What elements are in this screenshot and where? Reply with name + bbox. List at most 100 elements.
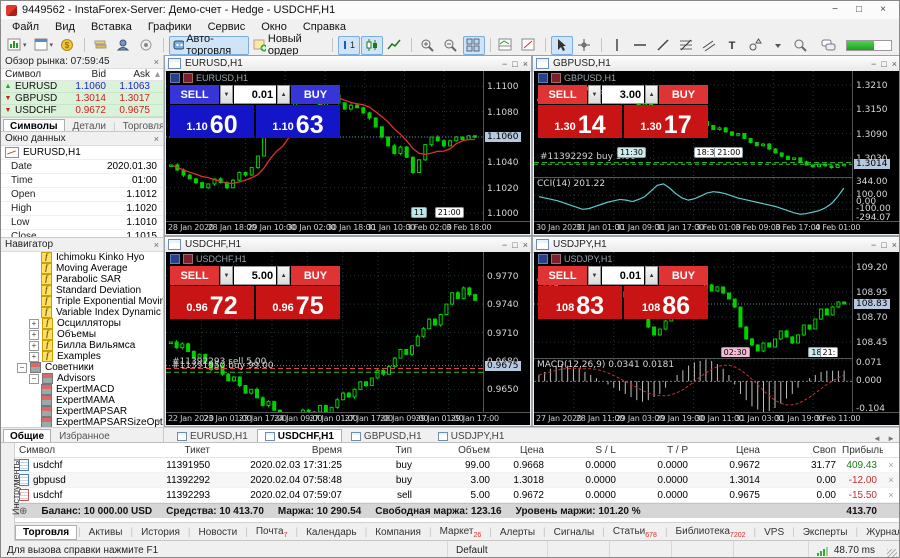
volume-decrease-button[interactable]: ▼ [588, 85, 601, 104]
price-pane[interactable]: 1121:00EURUSD,H1SELL▼0.01▲BUY1.10601.106… [166, 71, 484, 222]
terminal-tab-алерты[interactable]: Алерты [493, 526, 542, 539]
volume-increase-button[interactable]: ▲ [645, 266, 658, 285]
scroll-up-icon[interactable]: ▴ [153, 69, 163, 80]
trade-table-header[interactable]: СимволТикетВремяТипОбъемЦенаS / LT / PЦе… [14, 443, 899, 458]
close-icon[interactable]: × [523, 59, 528, 69]
signals-icon[interactable] [136, 36, 158, 55]
terminal-tab-почта[interactable]: Почта7 [249, 525, 295, 540]
buy-price[interactable]: 1.3017 [624, 105, 708, 138]
minimize-icon[interactable]: − [871, 59, 876, 69]
terminal-tab-календарь[interactable]: Календарь [299, 526, 363, 539]
chart-window-usdchf[interactable]: USDCHF,H1−□×#11392293 sell 5.00#11391950… [164, 236, 532, 427]
channel-icon[interactable] [699, 36, 721, 55]
sell-button[interactable]: SELL [538, 266, 587, 285]
close-icon[interactable]: × [892, 59, 897, 69]
menu-item-6[interactable]: Справка [295, 21, 354, 33]
chart-tab-1[interactable]: USDCHF,H1 [257, 429, 342, 443]
volume-increase-button[interactable]: ▲ [645, 85, 658, 104]
volume-increase-button[interactable]: ▲ [277, 85, 290, 104]
buy-price[interactable]: 1.1063 [256, 105, 340, 138]
sell-price[interactable]: 1.3014 [538, 105, 622, 138]
buy-price[interactable]: 10886 [624, 286, 708, 319]
volume-field[interactable]: 5.00 [234, 266, 276, 285]
column-6[interactable]: S / L [550, 445, 622, 456]
chart-window-titlebar[interactable]: GBPUSD,H1−□× [533, 56, 900, 72]
price-axis[interactable]: 1.32101.31501.30901.30301.3014344.00100.… [852, 71, 899, 222]
price-pane[interactable]: #11392293 sell 5.00#11391950 buy 99.00US… [166, 252, 484, 413]
tile-windows-icon[interactable] [463, 36, 485, 55]
expand-icon[interactable]: + [29, 319, 39, 329]
volume-decrease-button[interactable]: ▼ [220, 85, 233, 104]
restore-icon[interactable]: □ [512, 240, 517, 250]
hline-icon[interactable] [630, 36, 652, 55]
menu-item-5[interactable]: Окно [253, 21, 295, 33]
terminal-tab-история[interactable]: История [134, 526, 187, 539]
navigator-item[interactable]: fTriple Exponential Movin [1, 296, 163, 307]
column-symbol[interactable]: Символ [1, 69, 15, 80]
menu-item-2[interactable]: Вставка [83, 21, 140, 33]
terminal-tab-эксперты[interactable]: Эксперты [796, 526, 855, 539]
market-watch-tab-0[interactable]: Символы [3, 119, 65, 132]
menu-item-4[interactable]: Сервис [200, 21, 254, 33]
column-2[interactable]: Время [216, 445, 348, 456]
time-axis[interactable]: 27 Jan 202028 Jan 11:0029 Jan 03:0029 Ja… [534, 412, 899, 425]
terminal-tab-журнал[interactable]: Журнал [859, 526, 900, 539]
volume-field[interactable]: 0.01 [234, 85, 276, 104]
column-1[interactable]: Тикет [104, 445, 216, 456]
volume-field[interactable]: 3.00 [602, 85, 644, 104]
autotrade-button[interactable]: Авто-торговля [169, 36, 250, 55]
sell-button[interactable]: SELL [170, 266, 219, 285]
column-0[interactable]: Символ [14, 445, 104, 456]
one-click-toggle-icon[interactable] [538, 73, 548, 83]
indicator-window-icon[interactable] [495, 36, 517, 55]
toolbox-side-tab[interactable]: Инструменты [1, 443, 15, 541]
navigator-item[interactable]: ExpertMAPSAR [1, 406, 163, 417]
position-row[interactable]: gbpusd113922922020.02.04 07:58:48buy3.00… [14, 473, 899, 488]
time-axis[interactable]: 30 Jan 202031 Jan 01:0031 Jan 09:0031 Ja… [534, 221, 899, 234]
close-position-icon[interactable]: × [883, 460, 899, 470]
market-watch-row[interactable]: ▲EURUSD1.10601.1063 [1, 81, 163, 93]
terminal-tab-компания[interactable]: Компания [368, 526, 428, 539]
sell-price[interactable]: 10883 [538, 286, 622, 319]
close-icon[interactable]: × [523, 240, 528, 250]
candles-icon[interactable] [361, 36, 383, 55]
new-order-button[interactable]: Новый ордер [250, 36, 327, 55]
objects-window-icon[interactable] [518, 36, 540, 55]
price-axis[interactable]: 1.11001.10801.10601.10401.10201.10001.10… [483, 71, 530, 222]
close-icon[interactable]: × [154, 240, 159, 250]
terminal-tab-сигналы[interactable]: Сигналы [547, 526, 602, 539]
line-chart-icon[interactable] [384, 36, 406, 55]
buy-button[interactable]: BUY [659, 85, 708, 104]
restore-icon[interactable]: □ [881, 240, 886, 250]
one-click-toggle-icon[interactable] [170, 254, 180, 264]
market-watch-row[interactable]: ▼GBPUSD1.30141.3017 [1, 93, 163, 105]
navigator-item[interactable]: fIchimoku Kinko Hyo [1, 252, 163, 263]
close-icon[interactable]: × [892, 240, 897, 250]
navigator-tab-1[interactable]: Избранное [53, 430, 116, 442]
restore-icon[interactable]: □ [848, 3, 870, 17]
one-click-toggle-icon[interactable] [538, 254, 548, 264]
status-profile[interactable]: Default [447, 541, 547, 558]
chart-window-titlebar[interactable]: USDCHF,H1−□× [165, 237, 531, 253]
position-row[interactable]: usdchf113919502020.02.03 17:31:25buy99.0… [14, 458, 899, 473]
zoom-out-icon[interactable] [440, 36, 462, 55]
cursor-icon[interactable] [551, 36, 573, 55]
profiles-icon[interactable]: ▾ [31, 36, 57, 55]
data-window-header[interactable]: Окно данных × [1, 132, 163, 146]
close-icon[interactable]: × [154, 57, 159, 67]
crosshair-icon[interactable] [574, 36, 596, 55]
chart-window-gbpusd[interactable]: GBPUSD,H1−□×#11392292 buy 3.0011:3018:30… [532, 55, 900, 236]
market-watch-row[interactable]: ▼USDCHF0.96720.9675 [1, 105, 163, 117]
close-position-icon[interactable]: × [883, 475, 899, 485]
indicator-pane[interactable]: MACD(12,26,9) 0.0341 0.0181 [534, 358, 853, 413]
sell-price[interactable]: 1.1060 [170, 105, 254, 138]
terminal-tab-vps[interactable]: VPS [757, 526, 791, 539]
buy-button[interactable]: BUY [291, 85, 340, 104]
navigator-item[interactable]: fStandard Deviation [1, 285, 163, 296]
minimize-icon[interactable]: − [824, 3, 846, 17]
one-click-toggle-icon[interactable] [551, 254, 561, 264]
one-click-toggle-icon[interactable] [183, 254, 193, 264]
one-click-toggle-icon[interactable] [170, 73, 180, 83]
dropdown-icon[interactable] [768, 36, 790, 55]
buy-button[interactable]: BUY [659, 266, 708, 285]
